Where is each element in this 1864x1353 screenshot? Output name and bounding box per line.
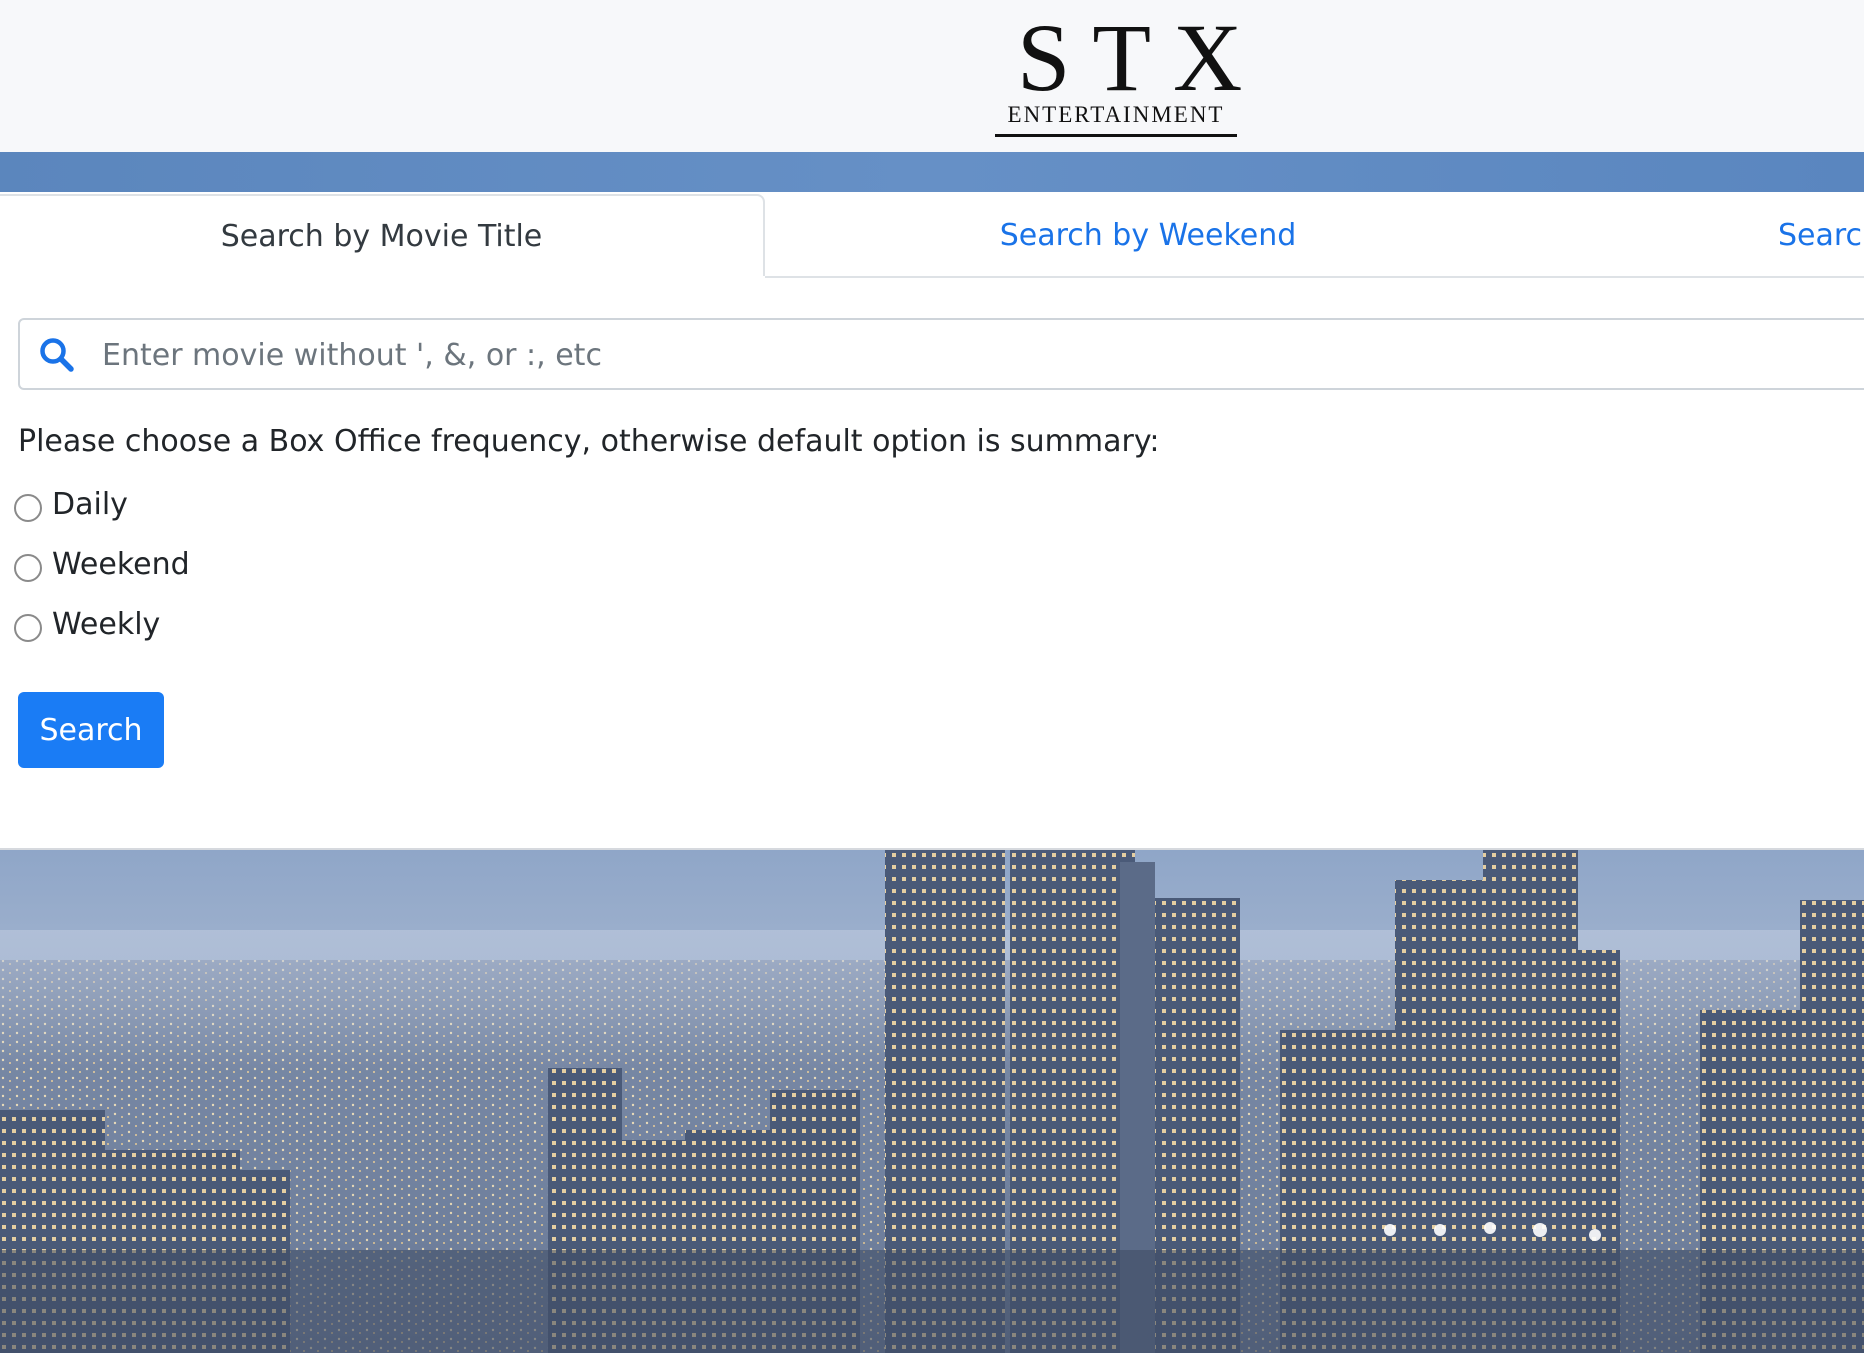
stx-logo[interactable]: STX ENTERTAINMENT xyxy=(995,4,1265,137)
tab-search-by-movie-title[interactable]: Search by Movie Title xyxy=(0,194,765,276)
search-tabs: Search by Movie Title Search by Weekend … xyxy=(0,192,1864,278)
header-band xyxy=(0,152,1864,192)
tab-search-more[interactable]: Search xyxy=(1778,194,1864,276)
search-icon xyxy=(38,336,76,374)
radio-weekend-label: Weekend xyxy=(52,546,190,582)
tab-divider xyxy=(765,276,1864,278)
radio-option-weekly[interactable]: Weekly xyxy=(14,606,160,642)
logo-sub-text: ENTERTAINMENT xyxy=(1007,102,1225,127)
radio-weekly-label: Weekly xyxy=(52,606,161,642)
city-skyline-image xyxy=(0,848,1864,1353)
logo-main-text: STX xyxy=(1017,4,1265,111)
frequency-prompt: Please choose a Box Office frequency, ot… xyxy=(18,424,1160,459)
radio-weekly[interactable] xyxy=(14,614,42,642)
radio-option-weekend[interactable]: Weekend xyxy=(14,546,190,582)
movie-search-box xyxy=(18,318,1864,390)
radio-option-daily[interactable]: Daily xyxy=(14,486,128,522)
logo-underline xyxy=(995,134,1237,137)
radio-weekend[interactable] xyxy=(14,554,42,582)
header: STX ENTERTAINMENT xyxy=(0,0,1864,152)
radio-daily-label: Daily xyxy=(52,486,128,522)
search-button[interactable]: Search xyxy=(18,692,164,768)
skyline-illustration xyxy=(0,850,1864,1353)
movie-search-input[interactable] xyxy=(100,328,1804,382)
radio-daily[interactable] xyxy=(14,494,42,522)
tab-search-by-weekend[interactable]: Search by Weekend xyxy=(765,194,1531,276)
